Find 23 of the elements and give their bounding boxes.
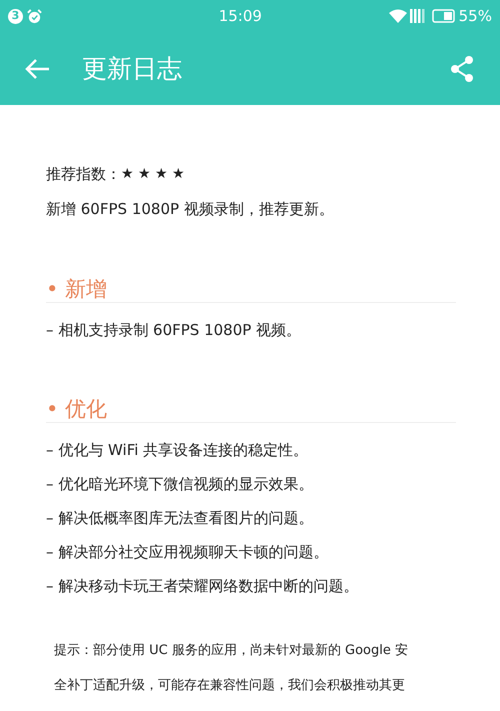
change-item: – 解决移动卡玩王者荣耀网络数据中断的问题。: [46, 576, 358, 597]
battery-percentage: 55%: [458, 6, 492, 27]
note-text: 提示：部分使用 UC 服务的应用，尚未针对最新的 Google 安: [54, 642, 408, 660]
change-item: – 解决低概率图库无法查看图片的问题。: [46, 508, 314, 529]
summary-text: 新增 60FPS 1080P 视频录制，推荐更新。: [46, 199, 334, 220]
clock: 15:09: [218, 6, 262, 27]
note-text: 全补丁适配升级，可能存在兼容性问题，我们会积极推动其更: [54, 676, 405, 695]
back-arrow-icon[interactable]: [24, 58, 50, 80]
notification-badge: 3: [8, 8, 23, 24]
change-item: – 优化暗光环境下微信视频的显示效果。: [46, 474, 314, 495]
change-item: – 解决部分社交应用视频聊天卡顿的问题。: [46, 542, 328, 563]
section-heading: • 新增: [46, 279, 108, 300]
page-title: 更新日志: [82, 52, 182, 85]
rating-stars: ★ ★ ★ ★: [121, 165, 185, 184]
alarm-icon: [27, 8, 42, 24]
rating-label: 推荐指数：: [46, 164, 121, 186]
battery-icon: [432, 9, 456, 23]
share-icon[interactable]: [450, 56, 474, 82]
change-item: – 优化与 WiFi 共享设备连接的稳定性。: [46, 440, 308, 461]
section-heading: • 优化: [46, 399, 108, 420]
signal-icon: [410, 9, 426, 23]
change-item: – 相机支持录制 60FPS 1080P 视频。: [46, 320, 302, 341]
wifi-icon: [388, 9, 407, 23]
